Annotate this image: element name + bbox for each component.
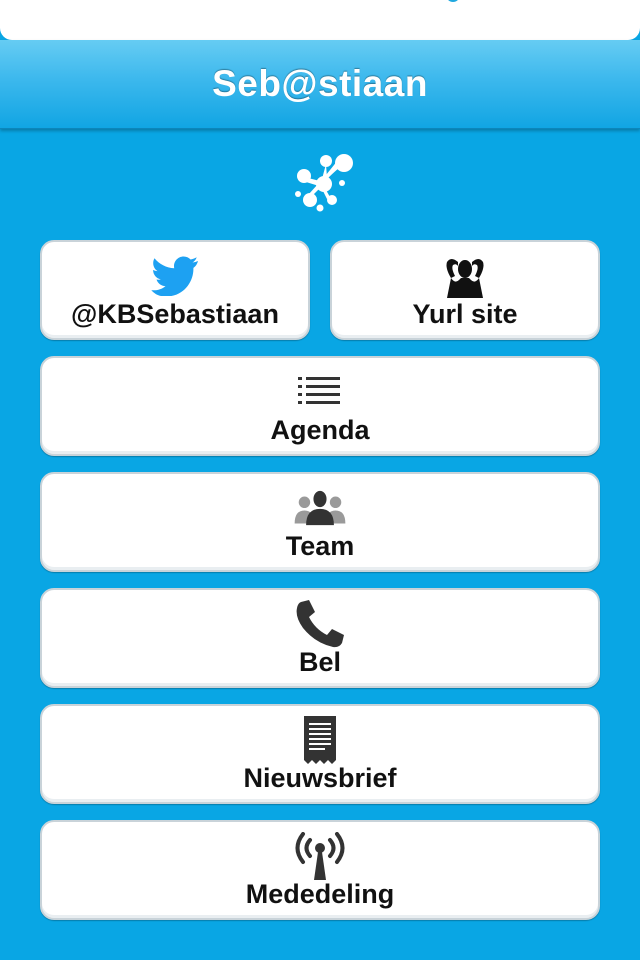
call-label: Bel bbox=[298, 647, 342, 677]
agenda-button[interactable]: Agenda bbox=[40, 356, 600, 456]
receipt-document-icon bbox=[293, 716, 347, 764]
newsletter-label: Nieuwsbrief bbox=[243, 763, 397, 793]
app-screen: Seb@stiaan @KBSebastiaan Yurl site Agend… bbox=[0, 0, 640, 960]
yurl-site-button[interactable]: Yurl site bbox=[330, 240, 600, 340]
team-button[interactable]: Team bbox=[40, 472, 600, 572]
top-indicator bbox=[446, 0, 460, 2]
splash-logo-icon bbox=[295, 154, 353, 212]
twitter-label: @KBSebastiaan bbox=[71, 299, 279, 329]
agenda-label: Agenda bbox=[270, 415, 370, 445]
page-title: Seb@stiaan bbox=[212, 63, 428, 104]
phone-icon bbox=[293, 600, 347, 648]
yurl-site-label: Yurl site bbox=[412, 299, 518, 329]
person-hands-on-head-icon bbox=[438, 254, 492, 298]
list-icon bbox=[293, 370, 347, 414]
newsletter-button[interactable]: Nieuwsbrief bbox=[40, 704, 600, 804]
team-label: Team bbox=[285, 531, 355, 561]
twitter-button[interactable]: @KBSebastiaan bbox=[40, 240, 310, 340]
top-white-bar bbox=[0, 0, 640, 40]
group-people-icon bbox=[293, 486, 347, 530]
twitter-bird-icon bbox=[148, 254, 202, 298]
navigation-bar: Seb@stiaan bbox=[0, 40, 640, 129]
call-button[interactable]: Bel bbox=[40, 588, 600, 688]
announcement-label: Mededeling bbox=[245, 879, 395, 909]
announcement-button[interactable]: Mededeling bbox=[40, 820, 600, 920]
broadcast-antenna-icon bbox=[293, 832, 347, 880]
